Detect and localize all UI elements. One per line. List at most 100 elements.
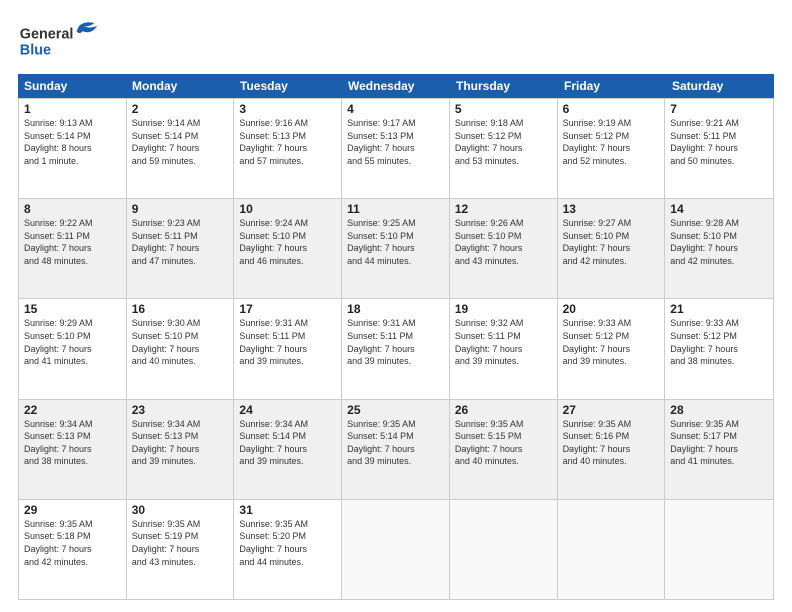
day-info: Sunrise: 9:24 AM Sunset: 5:10 PM Dayligh… [239,217,336,267]
table-row: 1Sunrise: 9:13 AM Sunset: 5:14 PM Daylig… [19,99,127,198]
day-number: 31 [239,503,336,517]
table-row: 10Sunrise: 9:24 AM Sunset: 5:10 PM Dayli… [234,199,342,298]
day-info: Sunrise: 9:30 AM Sunset: 5:10 PM Dayligh… [132,317,229,367]
day-info: Sunrise: 9:16 AM Sunset: 5:13 PM Dayligh… [239,117,336,167]
day-info: Sunrise: 9:21 AM Sunset: 5:11 PM Dayligh… [670,117,768,167]
day-number: 10 [239,202,336,216]
day-number: 15 [24,302,121,316]
day-number: 28 [670,403,768,417]
day-number: 19 [455,302,552,316]
day-number: 3 [239,102,336,116]
day-number: 8 [24,202,121,216]
day-info: Sunrise: 9:17 AM Sunset: 5:13 PM Dayligh… [347,117,444,167]
day-number: 16 [132,302,229,316]
day-number: 1 [24,102,121,116]
day-number: 9 [132,202,229,216]
table-row: 3Sunrise: 9:16 AM Sunset: 5:13 PM Daylig… [234,99,342,198]
table-row: 23Sunrise: 9:34 AM Sunset: 5:13 PM Dayli… [127,400,235,499]
table-row: 28Sunrise: 9:35 AM Sunset: 5:17 PM Dayli… [665,400,773,499]
header: General Blue [18,18,774,66]
week-1: 1Sunrise: 9:13 AM Sunset: 5:14 PM Daylig… [19,99,773,199]
day-info: Sunrise: 9:35 AM Sunset: 5:18 PM Dayligh… [24,518,121,568]
day-number: 5 [455,102,552,116]
table-row: 13Sunrise: 9:27 AM Sunset: 5:10 PM Dayli… [558,199,666,298]
table-row: 9Sunrise: 9:23 AM Sunset: 5:11 PM Daylig… [127,199,235,298]
table-row: 22Sunrise: 9:34 AM Sunset: 5:13 PM Dayli… [19,400,127,499]
day-number: 27 [563,403,660,417]
table-row: 26Sunrise: 9:35 AM Sunset: 5:15 PM Dayli… [450,400,558,499]
day-number: 30 [132,503,229,517]
day-info: Sunrise: 9:14 AM Sunset: 5:14 PM Dayligh… [132,117,229,167]
logo: General Blue [18,18,108,66]
table-row: 11Sunrise: 9:25 AM Sunset: 5:10 PM Dayli… [342,199,450,298]
table-row: 16Sunrise: 9:30 AM Sunset: 5:10 PM Dayli… [127,299,235,398]
day-info: Sunrise: 9:32 AM Sunset: 5:11 PM Dayligh… [455,317,552,367]
day-number: 25 [347,403,444,417]
day-info: Sunrise: 9:35 AM Sunset: 5:16 PM Dayligh… [563,418,660,468]
table-row: 8Sunrise: 9:22 AM Sunset: 5:11 PM Daylig… [19,199,127,298]
day-info: Sunrise: 9:33 AM Sunset: 5:12 PM Dayligh… [563,317,660,367]
calendar: Sunday Monday Tuesday Wednesday Thursday… [18,74,774,600]
table-row: 15Sunrise: 9:29 AM Sunset: 5:10 PM Dayli… [19,299,127,398]
day-number: 29 [24,503,121,517]
day-number: 13 [563,202,660,216]
day-info: Sunrise: 9:22 AM Sunset: 5:11 PM Dayligh… [24,217,121,267]
week-5: 29Sunrise: 9:35 AM Sunset: 5:18 PM Dayli… [19,500,773,599]
table-row [558,500,666,599]
day-info: Sunrise: 9:29 AM Sunset: 5:10 PM Dayligh… [24,317,121,367]
day-info: Sunrise: 9:13 AM Sunset: 5:14 PM Dayligh… [24,117,121,167]
table-row: 27Sunrise: 9:35 AM Sunset: 5:16 PM Dayli… [558,400,666,499]
day-number: 7 [670,102,768,116]
day-number: 23 [132,403,229,417]
table-row: 2Sunrise: 9:14 AM Sunset: 5:14 PM Daylig… [127,99,235,198]
calendar-body: 1Sunrise: 9:13 AM Sunset: 5:14 PM Daylig… [18,98,774,600]
day-info: Sunrise: 9:35 AM Sunset: 5:20 PM Dayligh… [239,518,336,568]
table-row: 25Sunrise: 9:35 AM Sunset: 5:14 PM Dayli… [342,400,450,499]
table-row: 17Sunrise: 9:31 AM Sunset: 5:11 PM Dayli… [234,299,342,398]
day-info: Sunrise: 9:34 AM Sunset: 5:13 PM Dayligh… [132,418,229,468]
day-number: 17 [239,302,336,316]
day-number: 18 [347,302,444,316]
week-2: 8Sunrise: 9:22 AM Sunset: 5:11 PM Daylig… [19,199,773,299]
day-info: Sunrise: 9:31 AM Sunset: 5:11 PM Dayligh… [347,317,444,367]
day-number: 6 [563,102,660,116]
table-row [665,500,773,599]
table-row: 4Sunrise: 9:17 AM Sunset: 5:13 PM Daylig… [342,99,450,198]
header-tuesday: Tuesday [234,74,342,98]
svg-text:Blue: Blue [20,43,51,59]
day-info: Sunrise: 9:23 AM Sunset: 5:11 PM Dayligh… [132,217,229,267]
header-sunday: Sunday [18,74,126,98]
table-row [450,500,558,599]
day-number: 4 [347,102,444,116]
table-row [342,500,450,599]
table-row: 19Sunrise: 9:32 AM Sunset: 5:11 PM Dayli… [450,299,558,398]
day-info: Sunrise: 9:25 AM Sunset: 5:10 PM Dayligh… [347,217,444,267]
table-row: 20Sunrise: 9:33 AM Sunset: 5:12 PM Dayli… [558,299,666,398]
header-wednesday: Wednesday [342,74,450,98]
header-saturday: Saturday [666,74,774,98]
day-info: Sunrise: 9:19 AM Sunset: 5:12 PM Dayligh… [563,117,660,167]
day-number: 21 [670,302,768,316]
table-row: 7Sunrise: 9:21 AM Sunset: 5:11 PM Daylig… [665,99,773,198]
week-3: 15Sunrise: 9:29 AM Sunset: 5:10 PM Dayli… [19,299,773,399]
header-thursday: Thursday [450,74,558,98]
table-row: 6Sunrise: 9:19 AM Sunset: 5:12 PM Daylig… [558,99,666,198]
week-4: 22Sunrise: 9:34 AM Sunset: 5:13 PM Dayli… [19,400,773,500]
header-monday: Monday [126,74,234,98]
table-row: 24Sunrise: 9:34 AM Sunset: 5:14 PM Dayli… [234,400,342,499]
table-row: 18Sunrise: 9:31 AM Sunset: 5:11 PM Dayli… [342,299,450,398]
day-info: Sunrise: 9:35 AM Sunset: 5:15 PM Dayligh… [455,418,552,468]
header-friday: Friday [558,74,666,98]
day-number: 12 [455,202,552,216]
day-info: Sunrise: 9:34 AM Sunset: 5:13 PM Dayligh… [24,418,121,468]
logo-svg: General Blue [18,18,108,66]
day-info: Sunrise: 9:27 AM Sunset: 5:10 PM Dayligh… [563,217,660,267]
day-number: 11 [347,202,444,216]
day-info: Sunrise: 9:35 AM Sunset: 5:17 PM Dayligh… [670,418,768,468]
day-info: Sunrise: 9:33 AM Sunset: 5:12 PM Dayligh… [670,317,768,367]
day-number: 14 [670,202,768,216]
day-info: Sunrise: 9:35 AM Sunset: 5:14 PM Dayligh… [347,418,444,468]
day-info: Sunrise: 9:34 AM Sunset: 5:14 PM Dayligh… [239,418,336,468]
day-number: 20 [563,302,660,316]
table-row: 14Sunrise: 9:28 AM Sunset: 5:10 PM Dayli… [665,199,773,298]
